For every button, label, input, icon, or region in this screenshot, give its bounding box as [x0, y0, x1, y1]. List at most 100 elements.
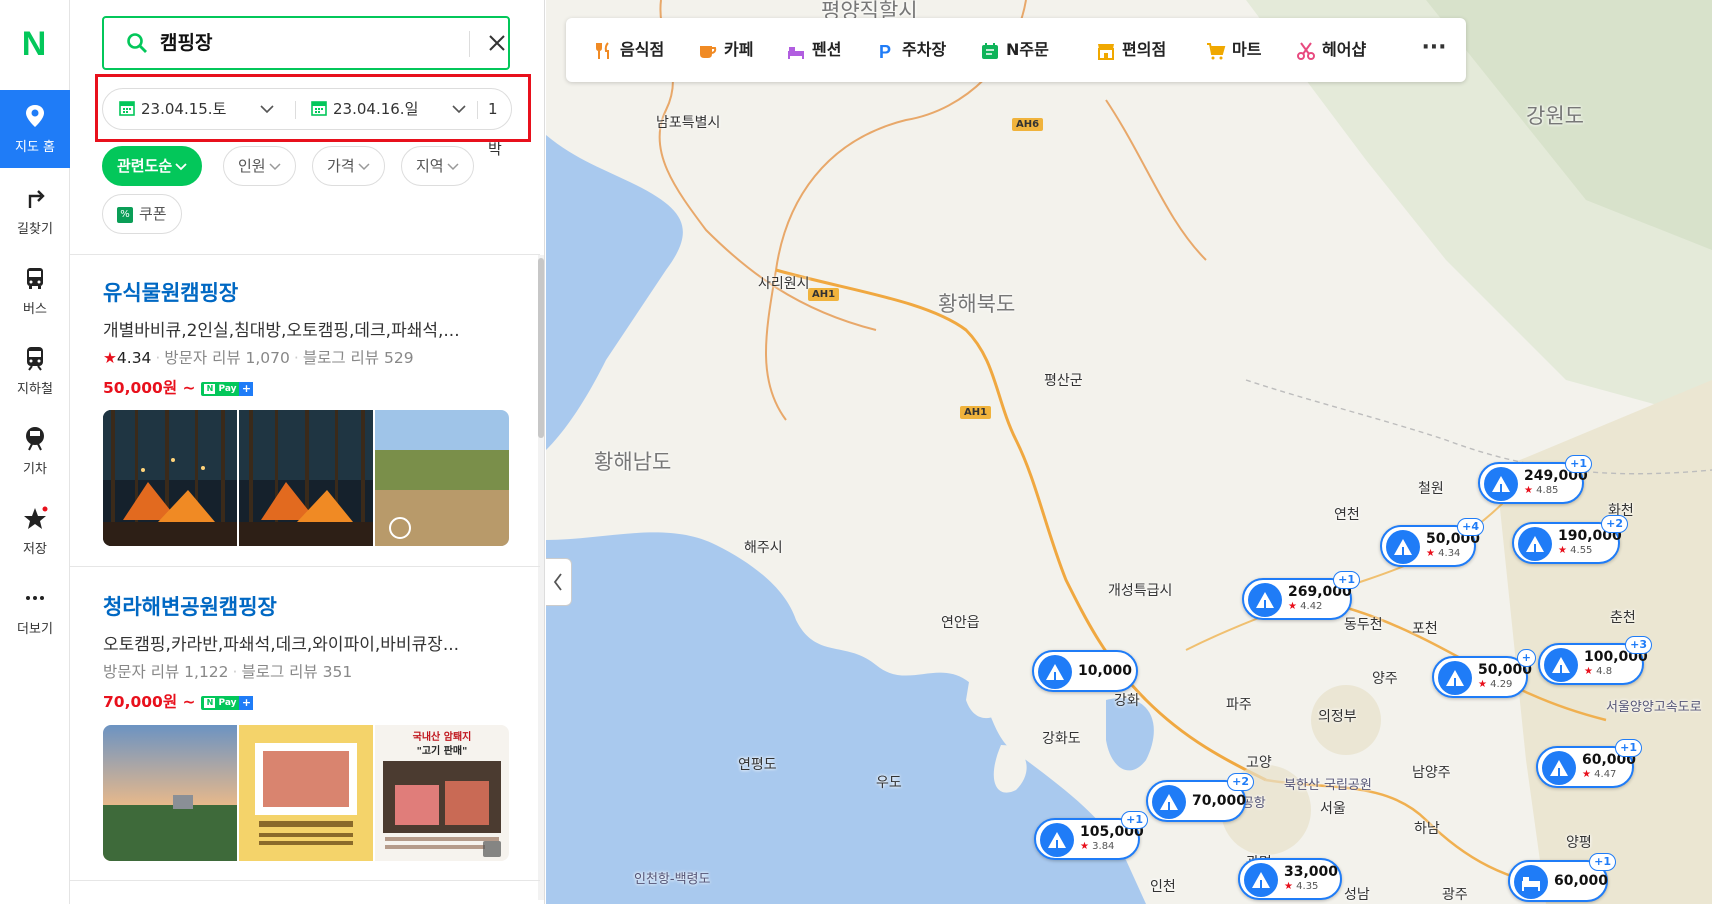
- cart-icon: [1207, 42, 1226, 59]
- train-icon: [26, 427, 44, 451]
- result-image[interactable]: [239, 725, 373, 861]
- bed-icon: [788, 46, 804, 59]
- result-title[interactable]: 청라해변공원캠핑장: [103, 591, 277, 621]
- tent-icon: [1038, 655, 1072, 689]
- category-mart[interactable]: 마트: [1206, 18, 1261, 82]
- result-meta: 방문자 리뷰 1,122 · 블로그 리뷰 351: [103, 663, 353, 681]
- image3-text1: 국내산 암퇘지: [413, 730, 472, 743]
- visitor-reviews[interactable]: 방문자 리뷰 1,122: [103, 663, 229, 681]
- blog-reviews[interactable]: 블로그 리뷰 529: [303, 349, 414, 367]
- blog-reviews[interactable]: 블로그 리뷰 351: [241, 663, 352, 681]
- filter-price[interactable]: 가격: [312, 146, 385, 186]
- map-label: 서울양양고속도로: [1606, 700, 1702, 715]
- divider: [70, 566, 540, 567]
- category-pension[interactable]: 펜션: [786, 18, 841, 82]
- result-images[interactable]: [103, 410, 509, 546]
- search-input[interactable]: 캠핑장: [160, 30, 212, 56]
- marker-count-badge: +1: [1589, 853, 1616, 871]
- map-marker[interactable]: 60,000 ★ 4.47 +1: [1536, 739, 1642, 788]
- map-marker[interactable]: 50,000 ★ 4.29 +: [1432, 649, 1536, 698]
- naver-logo[interactable]: N: [14, 26, 54, 62]
- nav-map-home[interactable]: 지도 홈: [0, 90, 70, 168]
- clear-icon[interactable]: [482, 28, 512, 58]
- map-label: 개성특급시: [1108, 583, 1173, 599]
- map-marker[interactable]: 269,000 ★ 4.42 +1: [1242, 571, 1360, 620]
- scrollbar-thumb[interactable]: [538, 258, 544, 438]
- bed-icon: [1514, 865, 1548, 899]
- result-image[interactable]: [103, 725, 237, 861]
- result-image[interactable]: [103, 410, 237, 546]
- directions-icon: [28, 190, 45, 208]
- nav-directions[interactable]: 길찾기: [0, 172, 70, 250]
- marker-rating: ★ 4.34: [1426, 548, 1461, 559]
- map-marker[interactable]: 10,000: [1032, 650, 1138, 692]
- star-icon: ★: [103, 349, 117, 367]
- filter-region[interactable]: 지역: [401, 146, 474, 186]
- map-label: 인천: [1150, 879, 1176, 895]
- map-pin-icon: [26, 105, 44, 127]
- left-nav: N 지도 홈 길찾기 버스 지하철 기차 저장 더보기: [0, 0, 70, 904]
- map-label: 평산군: [1044, 373, 1083, 389]
- map-marker[interactable]: 70,000 +2: [1146, 773, 1254, 822]
- more-icon: [26, 596, 44, 600]
- nav-label: 버스: [23, 302, 47, 317]
- marker-count-badge: +4: [1457, 518, 1484, 536]
- result-image[interactable]: [375, 410, 509, 546]
- map-marker[interactable]: 100,000 ★ 4.8 +3: [1538, 636, 1652, 685]
- nav-label: 저장: [23, 542, 47, 557]
- marker-rating: ★ 4.42: [1288, 601, 1323, 612]
- map-label: 고양: [1246, 755, 1272, 771]
- route-badge: AH6: [1012, 118, 1044, 131]
- search-icon: [127, 33, 147, 53]
- map-label: 연평도: [738, 757, 777, 773]
- category-cafe[interactable]: 카페: [698, 18, 753, 82]
- category-convenience[interactable]: 편의점: [1096, 18, 1166, 82]
- sort-chip[interactable]: 관련도순: [102, 146, 203, 186]
- nav-more[interactable]: 더보기: [0, 572, 70, 650]
- marker-rating: ★ 4.35: [1284, 881, 1319, 892]
- result-title[interactable]: 유식물원캠핑장: [103, 277, 238, 307]
- map-label: 황해북도: [938, 292, 1016, 316]
- visitor-reviews[interactable]: 방문자 리뷰 1,070: [164, 349, 290, 367]
- route-badge: AH1: [960, 406, 992, 419]
- nav-label: 길찾기: [17, 222, 53, 237]
- map-marker[interactable]: 50,000 ★ 4.34 +4: [1380, 518, 1484, 567]
- filter-people[interactable]: 인원: [223, 146, 296, 186]
- map-marker[interactable]: 105,000 ★ 3.84 +1: [1034, 811, 1148, 860]
- map-marker[interactable]: 249,000 ★ 4.85 +1: [1478, 455, 1592, 504]
- map-marker[interactable]: 190,000 ★ 4.55 +2: [1512, 515, 1628, 564]
- result-images[interactable]: 국내산 암퇘지 "고기 판매": [103, 725, 509, 861]
- map-view[interactable]: AH6 AH1 AH1 평양직할시 남포특별시 사리원시 황해북도 평산군 황해…: [546, 0, 1712, 904]
- nav-train[interactable]: 기차: [0, 412, 70, 490]
- nav-bus[interactable]: 버스: [0, 252, 70, 330]
- category-parking[interactable]: P 주차장: [876, 18, 946, 82]
- result-image[interactable]: [239, 410, 373, 546]
- map-label: 양평: [1566, 835, 1592, 851]
- chevron-down-icon: [269, 162, 281, 170]
- more-categories-button[interactable]: ···: [1402, 18, 1466, 82]
- coupon-icon: %: [117, 206, 133, 223]
- coupon-chip[interactable]: % 쿠폰: [102, 194, 182, 234]
- collapse-panel-button[interactable]: [546, 558, 572, 606]
- nav-saved[interactable]: 저장: [0, 492, 70, 570]
- map-label: 해주시: [744, 540, 783, 556]
- map-marker[interactable]: 60,000 +1: [1508, 853, 1616, 902]
- tent-icon: [1438, 661, 1472, 695]
- search-box[interactable]: 캠핑장: [102, 16, 510, 70]
- marker-count-badge: +: [1516, 649, 1536, 667]
- nav-label: 더보기: [17, 622, 53, 637]
- map-marker[interactable]: 33,000 ★ 4.35: [1238, 858, 1342, 900]
- nav-subway[interactable]: 지하철: [0, 332, 70, 410]
- marker-count-badge: +2: [1227, 773, 1254, 791]
- category-bar: 음식점 카페 펜션 P 주차장 N주문 편의점 마트 헤어샵 ···: [566, 18, 1466, 82]
- marker-price: 33,000: [1284, 864, 1339, 880]
- category-label: 주차장: [902, 40, 947, 59]
- category-hairshop[interactable]: 헤어샵: [1296, 18, 1366, 82]
- result-price: 70,000원 ~ N Pay +: [103, 690, 254, 712]
- marker-rating: ★ 3.84: [1080, 841, 1115, 852]
- map-label: 연안읍: [941, 615, 980, 631]
- result-image[interactable]: 국내산 암퇘지 "고기 판매": [375, 725, 509, 861]
- category-restaurant[interactable]: 음식점: [594, 18, 664, 82]
- chevron-down-icon: [175, 162, 187, 170]
- category-norder[interactable]: N주문: [980, 18, 1049, 82]
